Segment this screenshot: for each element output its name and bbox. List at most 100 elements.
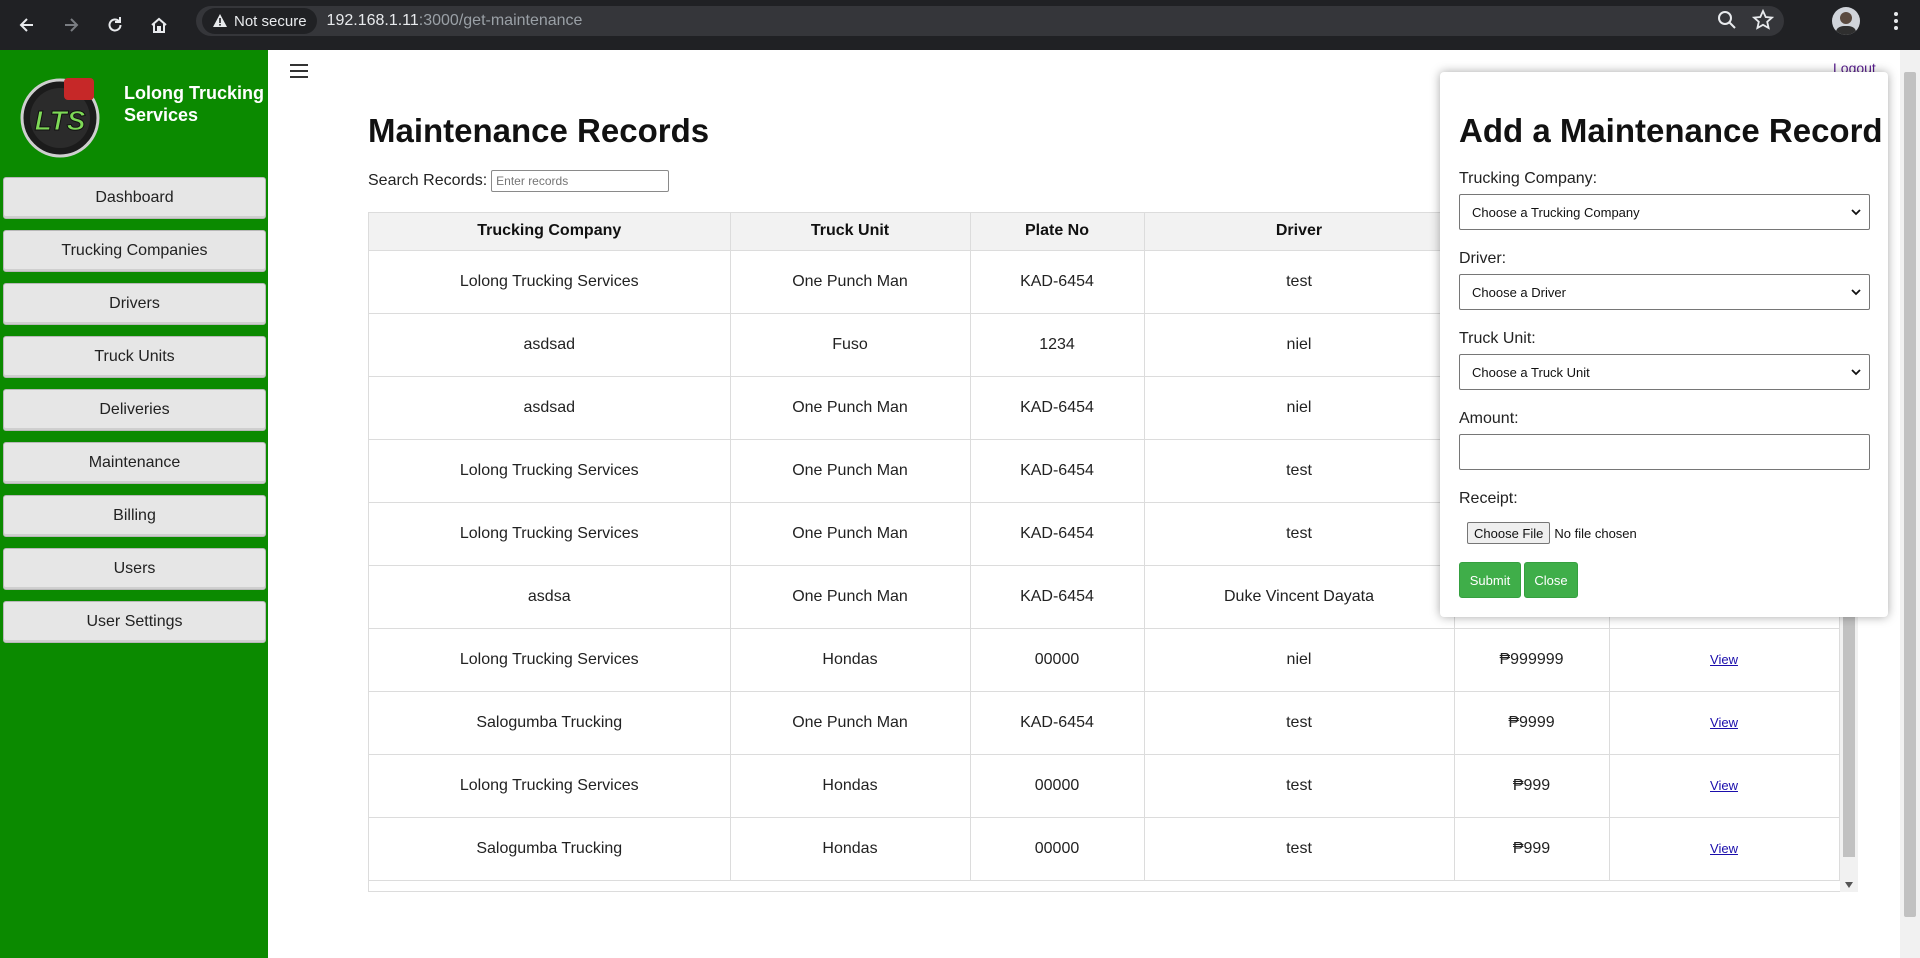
chevron-down-icon: [1851, 369, 1861, 376]
table-cell: Lolong Trucking Services: [369, 439, 731, 503]
bookmark-star-icon[interactable]: [1752, 9, 1774, 31]
table-cell: 00000: [970, 754, 1145, 818]
table-cell: KAD-6454: [970, 691, 1145, 755]
warning-icon: [213, 14, 227, 27]
driver-select[interactable]: Choose a Driver: [1459, 274, 1870, 310]
home-button[interactable]: [142, 8, 176, 42]
company-select-value: Choose a Trucking Company: [1472, 204, 1640, 220]
sidebar-item-deliveries[interactable]: Deliveries: [3, 389, 266, 431]
table-cell: test: [1144, 817, 1455, 881]
reload-icon: [108, 17, 122, 32]
sidebar-item-dashboard[interactable]: Dashboard: [3, 177, 266, 219]
search-label: Search Records:: [368, 172, 488, 189]
sidebar-item-users[interactable]: Users: [3, 548, 266, 590]
column-header-driver[interactable]: Driver: [1144, 213, 1455, 251]
table-cell: asdsad: [369, 376, 731, 440]
table-cell: Lolong Trucking Services: [369, 502, 731, 566]
table-cell: test: [1144, 754, 1455, 818]
back-arrow-icon: [19, 18, 33, 32]
table-cell: Lolong Trucking Services: [369, 754, 731, 818]
driver-label: Driver:: [1459, 250, 1507, 267]
table-cell: Lolong Trucking Services: [369, 628, 731, 692]
receipt-label: Receipt:: [1459, 490, 1518, 507]
table-cell: KAD-6454: [970, 502, 1145, 566]
chevron-down-icon: [1851, 209, 1861, 216]
table-cell: View: [1609, 691, 1840, 755]
table-cell: Lolong Trucking Services: [369, 250, 731, 314]
company-label: Trucking Company:: [1459, 170, 1598, 187]
table-cell: Duke Vincent Dayata: [1144, 565, 1455, 629]
logo-text: LTS: [35, 105, 86, 136]
sidebar-item-trucking-companies[interactable]: Trucking Companies: [3, 230, 266, 272]
security-chip[interactable]: Not secure: [202, 8, 317, 34]
table-cell: 00000: [970, 628, 1145, 692]
profile-avatar[interactable]: [1832, 7, 1860, 35]
table-cell: View: [1609, 817, 1840, 881]
choose-file-button[interactable]: Choose File: [1467, 522, 1551, 544]
truck-unit-select[interactable]: Choose a Truck Unit: [1459, 354, 1870, 390]
column-header-truck-unit[interactable]: Truck Unit: [730, 213, 971, 251]
view-receipt-link[interactable]: View: [1710, 841, 1738, 856]
table-cell: ₱999: [1454, 754, 1610, 818]
sidebar-item-maintenance[interactable]: Maintenance: [3, 442, 266, 484]
table-row: Salogumba Trucking One Punch Man KAD-6454 t…: [369, 691, 1840, 755]
table-cell: test: [1144, 250, 1455, 314]
amount-label: Amount:: [1459, 410, 1519, 427]
table-cell: One Punch Man: [730, 691, 971, 755]
column-header-trucking-company[interactable]: Trucking Company: [369, 213, 731, 251]
zoom-icon[interactable]: [1716, 9, 1738, 31]
table-row: Lolong Trucking Services Hondas 00000 niel ₱…: [369, 628, 1840, 692]
page-scrollbar[interactable]: [1900, 50, 1920, 958]
truck-unit-label: Truck Unit:: [1459, 330, 1536, 347]
search-input[interactable]: [491, 170, 670, 192]
table-cell: One Punch Man: [730, 250, 971, 314]
sidebar-item-user-settings[interactable]: User Settings: [3, 601, 266, 643]
sidebar-item-truck-units[interactable]: Truck Units: [3, 336, 266, 378]
receipt-file-input: Choose File No file chosen: [1467, 522, 1637, 544]
scroll-down-arrow-icon[interactable]: [1845, 882, 1853, 888]
driver-select-value: Choose a Driver: [1472, 284, 1566, 300]
table-cell: Hondas: [730, 754, 971, 818]
table-cell: ₱999: [1454, 817, 1610, 881]
table-cell: 1234: [970, 313, 1145, 377]
table-cell: Hondas: [730, 817, 971, 881]
security-label: Not secure: [234, 12, 307, 30]
address-bar[interactable]: Not secure 192.168.1.11:3000/get-mainten…: [196, 6, 1784, 36]
table-cell: asdsad: [369, 313, 731, 377]
table-cell: View: [1609, 628, 1840, 692]
table-cell: niel: [1144, 376, 1455, 440]
table-cell: niel: [1144, 313, 1455, 377]
reload-button[interactable]: [98, 8, 132, 42]
sidebar-item-drivers[interactable]: Drivers: [3, 283, 266, 325]
table-cell: View: [1609, 754, 1840, 818]
page-scrollbar-thumb[interactable]: [1904, 72, 1916, 917]
table-cell: ₱999999: [1454, 628, 1610, 692]
modal-title: Add a Maintenance Record: [1459, 112, 1883, 149]
brand: LTS Lolong Trucking Services: [18, 74, 268, 164]
table-cell: One Punch Man: [730, 376, 971, 440]
table-cell: Hondas: [730, 628, 971, 692]
table-cell: Salogumba Trucking: [369, 691, 731, 755]
amount-input[interactable]: [1459, 434, 1870, 470]
url-text[interactable]: 192.168.1.11:3000/get-maintenance: [327, 12, 583, 30]
person-icon: [1836, 12, 1856, 35]
back-button[interactable]: [10, 8, 44, 42]
view-receipt-link[interactable]: View: [1710, 778, 1738, 793]
submit-button[interactable]: Submit: [1459, 562, 1521, 598]
column-header-plate-no[interactable]: Plate No: [970, 213, 1145, 251]
search-row: Search Records:: [368, 170, 670, 192]
view-receipt-link[interactable]: View: [1710, 652, 1738, 667]
home-icon: [151, 17, 167, 33]
hamburger-menu-icon[interactable]: [290, 64, 308, 80]
table-cell: asdsa: [369, 565, 731, 629]
view-receipt-link[interactable]: View: [1710, 715, 1738, 730]
table-cell: test: [1144, 691, 1455, 755]
close-button[interactable]: Close: [1524, 562, 1578, 598]
url-host: 192.168.1.11: [326, 12, 419, 29]
sidebar-item-billing[interactable]: Billing: [3, 495, 266, 537]
browser-menu-icon[interactable]: [1886, 10, 1906, 32]
company-select[interactable]: Choose a Trucking Company: [1459, 194, 1870, 230]
table-cell: Fuso: [730, 313, 971, 377]
table-cell: KAD-6454: [970, 376, 1145, 440]
forward-button[interactable]: [54, 8, 88, 42]
